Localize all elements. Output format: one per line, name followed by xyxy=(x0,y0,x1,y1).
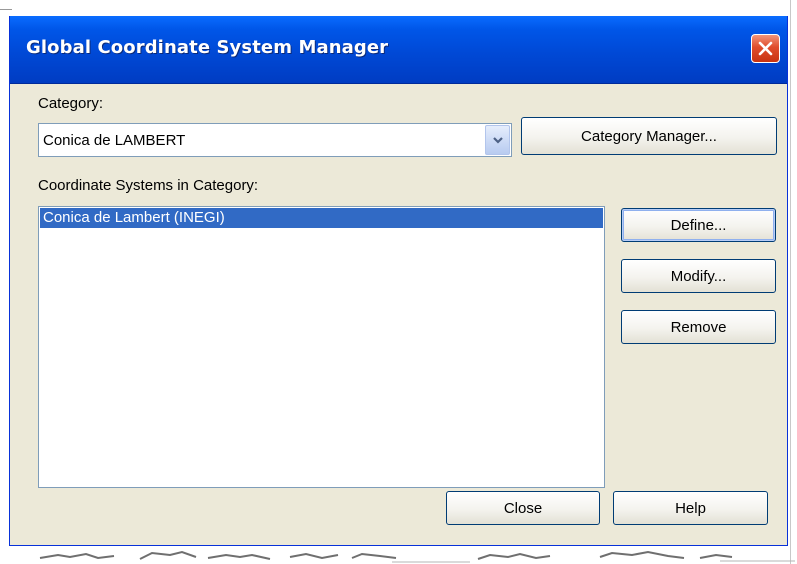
background-line xyxy=(0,9,12,10)
category-dropdown[interactable]: Conica de LAMBERT xyxy=(38,123,512,157)
dialog-window: Global Coordinate System Manager Categor… xyxy=(9,16,788,546)
remove-button[interactable]: Remove xyxy=(621,310,776,344)
background-edge xyxy=(790,0,791,564)
help-button[interactable]: Help xyxy=(613,491,768,525)
title-bar[interactable]: Global Coordinate System Manager xyxy=(10,16,787,84)
close-icon xyxy=(758,41,773,56)
category-selected-value: Conica de LAMBERT xyxy=(43,132,186,149)
systems-label: Coordinate Systems in Category: xyxy=(38,177,259,194)
list-item[interactable]: Conica de Lambert (INEGI) xyxy=(40,208,603,228)
dialog-title: Global Coordinate System Manager xyxy=(26,37,389,58)
dropdown-button[interactable] xyxy=(485,125,510,155)
define-button[interactable]: Define... xyxy=(621,208,776,242)
category-manager-button[interactable]: Category Manager... xyxy=(521,117,777,155)
chevron-down-icon xyxy=(492,136,503,144)
background-fragment xyxy=(39,550,795,563)
coordinate-systems-list[interactable]: Conica de Lambert (INEGI) xyxy=(38,206,605,488)
close-button[interactable]: Close xyxy=(446,491,600,525)
modify-button[interactable]: Modify... xyxy=(621,259,776,293)
close-window-button[interactable] xyxy=(751,34,780,63)
category-label: Category: xyxy=(38,95,104,112)
